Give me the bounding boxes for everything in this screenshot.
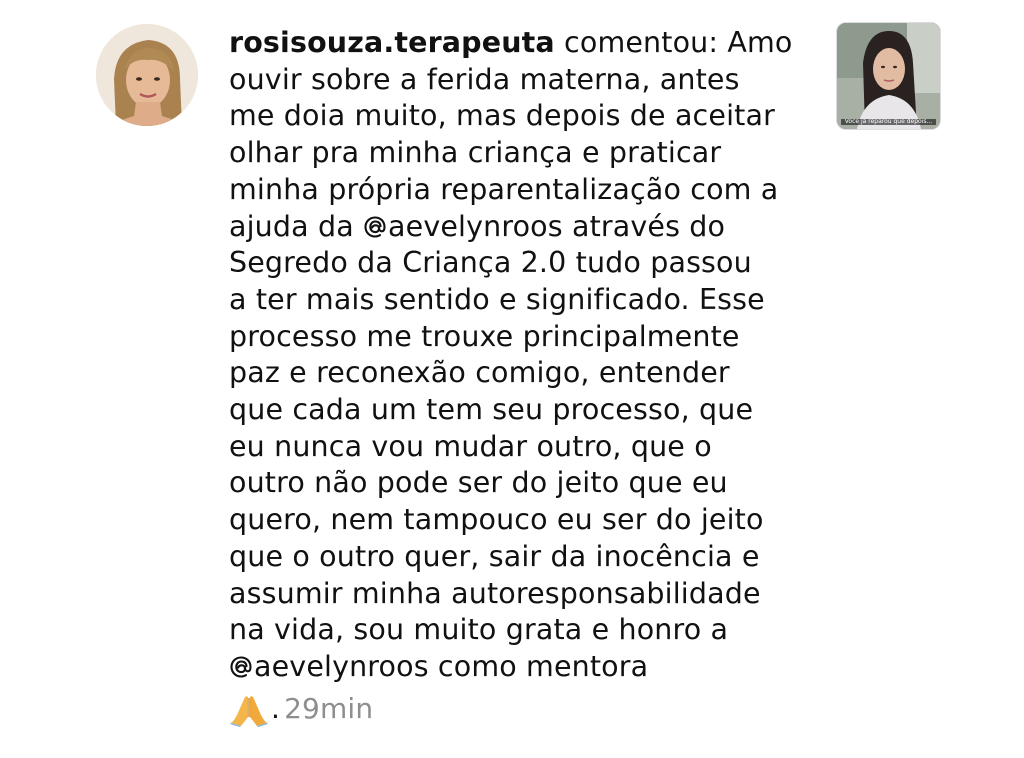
comment-meta: . 29min (229, 690, 819, 730)
comment-text: rosisouza.terapeuta comentou: Amo ouvir … (229, 25, 819, 730)
comment-line: me doia muito, mas depois de aceitar (229, 99, 775, 133)
thumbnail-caption: Você já reparou que depois... (841, 119, 936, 125)
comment-line: outro não pode ser do jeito que eu (229, 466, 728, 500)
user-avatar[interactable] (96, 24, 198, 126)
mention-link[interactable]: aevelynroos (229, 650, 429, 683)
timestamp: 29min (284, 692, 374, 726)
mention-link[interactable]: aevelynroos (363, 210, 563, 243)
comment-notification[interactable]: rosisouza.terapeuta comentou: Amo ouvir … (0, 0, 1024, 758)
threads-at-icon (364, 215, 386, 238)
comment-line: eu nunca vou mudar outro, que o (229, 429, 712, 463)
comment-line: paz e reconexão comigo, entender (229, 356, 730, 390)
comment-line: assumir minha autoresponsabilidade (229, 576, 761, 610)
comment-line: Segredo da Criança 2.0 tudo passou (229, 246, 752, 280)
comment-line: olhar pra minha criança e praticar (229, 136, 722, 170)
threads-at-icon (230, 656, 252, 678)
post-thumbnail[interactable]: Você já reparou que depois... (836, 22, 941, 130)
comment-line: ouvir sobre a ferida materna, antes (229, 62, 740, 96)
comment-line: que o outro quer, sair da inocência e (229, 539, 760, 573)
comment-line: na vida, sou muito grata e honro a (229, 613, 729, 647)
comment-line: que cada um tem seu processo, que (229, 393, 754, 427)
comment-line: quero, nem tampouco eu ser do jeito (229, 503, 764, 537)
username-link[interactable]: rosisouza.terapeuta (229, 26, 555, 59)
comment-text-fragment: como mentora (428, 649, 649, 683)
comment-action: comentou: Amo (554, 26, 793, 59)
comment-text-fragment: através do (562, 209, 726, 243)
comment-line: processo me trouxe principalmente (229, 319, 740, 353)
comment-line: minha própria reparentalização com a (229, 172, 779, 206)
mention-username: aevelynroos (388, 209, 563, 243)
meta-separator: . (271, 692, 281, 726)
folded-hands-emoji-icon (230, 695, 268, 727)
mention-username: aevelynroos (254, 649, 429, 683)
comment-line: a ter mais sentido e significado. Esse (229, 282, 765, 316)
comment-text-fragment: ajuda da (229, 209, 364, 243)
